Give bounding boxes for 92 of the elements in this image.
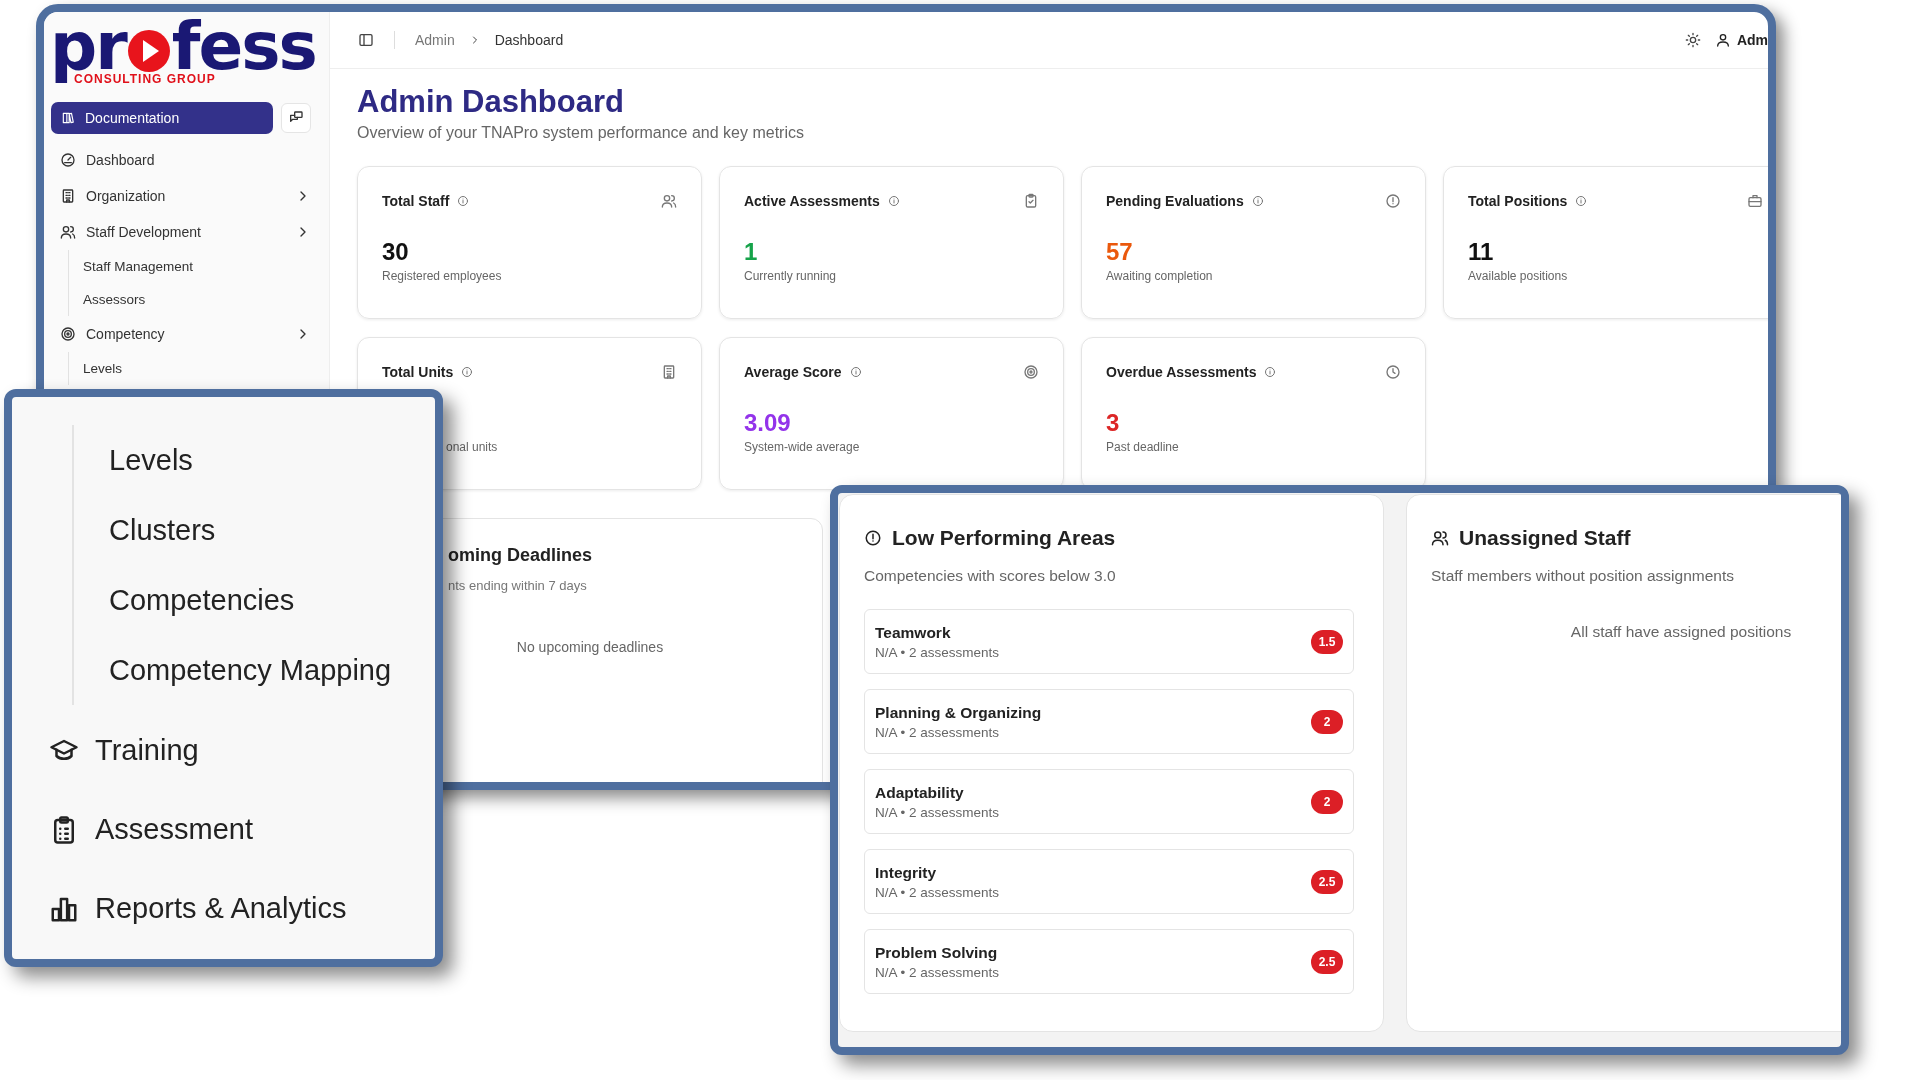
sidebar-subitem[interactable]: Staff Management [83,250,319,283]
score-badge: 2 [1311,789,1343,814]
book-icon [61,111,75,125]
stat-value: 30 [382,237,410,267]
sidebar-subitem[interactable]: Levels [83,352,319,385]
card-title: Average Score [744,364,842,380]
sidebar-item[interactable]: Competency [50,316,319,352]
user-name[interactable]: Adm [1736,32,1768,48]
competency-detail: N/A • 2 assessments [875,884,1001,900]
sidebar-item[interactable]: Organization [50,178,319,214]
competency-item[interactable]: Adaptability N/A • 2 assessments 2 [864,769,1354,834]
competency-detail: N/A • 2 assessments [875,724,1001,740]
card-subtitle: Competencies with scores below 3.0 [864,567,1117,585]
stat-caption: Currently running [744,269,838,283]
competency-name: Adaptability [875,783,965,802]
sun-icon[interactable] [1684,32,1701,48]
competency-name: Problem Solving [875,943,999,962]
users-icon [661,193,677,209]
target-icon [1023,364,1039,380]
breadcrumb-link[interactable]: Admin [415,32,455,48]
competency-item[interactable]: Integrity N/A • 2 assessments 2.5 [864,849,1354,914]
users-icon [60,224,76,240]
stat-caption: Past deadline [1106,440,1180,454]
gauge-icon [60,152,76,168]
score-badge: 1.5 [1311,629,1343,654]
competency-item[interactable]: Teamwork N/A • 2 assessments 1.5 [864,609,1354,674]
alert-icon [864,529,882,547]
score-badge: 2 [1311,709,1343,734]
stat-value: 57 [1106,237,1134,267]
sidebar-item[interactable]: Staff Development [50,214,319,250]
users-icon [1431,529,1449,547]
sidebar-item[interactable]: Dashboard [50,142,319,178]
competency-item[interactable]: Problem Solving N/A • 2 assessments 2.5 [864,929,1354,994]
stat-caption: System-wide average [744,440,861,454]
competency-item[interactable]: Planning & Organizing N/A • 2 assessments 2 [864,689,1354,754]
card-subtitle: nts ending within 7 days [448,578,588,593]
info-icon [1575,195,1588,207]
score-badge: 2.5 [1311,869,1343,894]
sidebar-toggle-icon[interactable] [358,32,374,48]
competency-name: Teamwork [875,623,952,642]
clipboard-check-icon [1023,193,1039,209]
sidebar-subitem[interactable]: Levels [109,425,435,495]
briefcase-icon [1747,193,1763,209]
page-title: Admin Dashboard [357,83,625,121]
page-subtitle: Overview of your TNAPro system performance and key metrics [357,124,805,142]
info-icon [1264,366,1277,378]
stat-caption: Available positions [1468,269,1569,283]
card-title: Unassigned Staff [1459,526,1631,550]
info-icon [461,366,474,378]
card-title: Active Assessments [744,193,880,209]
stat-caption: Registered employees [382,269,503,283]
building-icon [60,188,76,204]
card-subtitle: Staff members without position assignments [1431,567,1735,585]
competency-name: Planning & Organizing [875,703,1043,722]
card-title: Total Units [382,364,454,380]
empty-message: No upcoming deadlines [515,639,665,655]
info-icon [1251,195,1264,207]
card-title: Total Staff [382,193,450,209]
building-icon [661,364,677,380]
competency-detail: N/A • 2 assessments [875,644,1001,660]
info-icon [849,366,862,378]
score-badge: 2.5 [1311,949,1343,974]
stat-value: 3.09 [744,408,792,438]
competency-detail: N/A • 2 assessments [875,964,1001,980]
card-title: Total Positions [1468,193,1568,209]
sidebar-subitem[interactable]: Assessors [83,283,319,316]
sidebar-subitem[interactable]: Clusters [109,495,435,565]
info-icon [887,195,900,207]
card-title: oming Deadlines [448,545,594,566]
card-title: Overdue Assessments [1106,364,1257,380]
sidebar-item[interactable]: Training [12,711,435,790]
target-icon [60,326,76,342]
sidebar-item[interactable]: Assessment [12,790,435,869]
sidebar-item[interactable]: Reports & Analytics [12,869,435,948]
info-icon [457,195,470,207]
stat-value: 3 [1106,408,1121,438]
documentation-button[interactable]: Documentation [51,102,273,134]
sidebar-subitem[interactable]: Competency Mapping [109,635,435,705]
company-logo: pr fess CONSULTING GROUP [50,18,317,86]
competency-name: Integrity [875,863,938,882]
stat-value: 11 [1468,237,1495,267]
breadcrumb-link[interactable]: Dashboard [494,32,564,48]
user-icon[interactable] [1714,32,1731,48]
competency-detail: N/A • 2 assessments [875,804,1001,820]
stat-caption: Awaiting completion [1106,269,1214,283]
chat-button[interactable] [281,103,311,133]
stat-caption: onal units [446,440,499,454]
card-title: Low Performing Areas [892,526,1116,550]
empty-message: All staff have assigned positions [1569,623,1793,641]
card-title: Pending Evaluations [1106,193,1244,209]
sidebar-subitem[interactable]: Competencies [109,565,435,635]
stat-value: 1 [744,237,759,267]
